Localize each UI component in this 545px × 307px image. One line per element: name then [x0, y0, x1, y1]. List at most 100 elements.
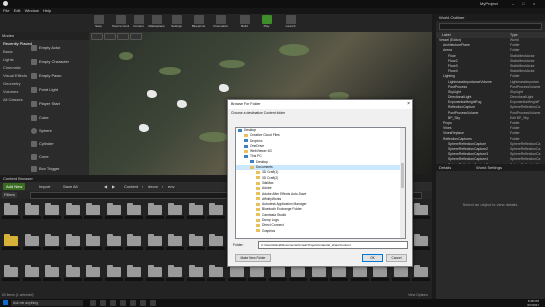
source-control-button[interactable]: Source Control: [112, 15, 129, 31]
asset-folder-tile[interactable]: [43, 201, 61, 219]
back-arrow-icon[interactable]: ◀: [104, 183, 107, 190]
asset-folder-tile[interactable]: [186, 232, 205, 250]
build-button[interactable]: Build: [236, 15, 253, 31]
save-all-button[interactable]: Save All: [60, 183, 80, 190]
asset-folder-tile[interactable]: [63, 201, 82, 219]
reflection-capture-icon[interactable]: [219, 84, 229, 92]
outliner-search-input[interactable]: [439, 23, 542, 30]
asset-folder-tile[interactable]: [2, 201, 20, 219]
settings-button[interactable]: Settings: [168, 15, 185, 31]
asset-folder-tile[interactable]: [207, 263, 225, 281]
perspective-button[interactable]: [104, 33, 116, 40]
unreal-engine-taskbar-icon[interactable]: [140, 300, 146, 306]
asset-folder-tile[interactable]: [2, 232, 20, 250]
breadcrumb-content[interactable]: Content: [124, 183, 138, 190]
cinematics-button[interactable]: Cinematics: [212, 15, 229, 31]
tab-world-settings[interactable]: World Settings: [476, 164, 502, 171]
asset-folder-tile[interactable]: [166, 263, 184, 281]
reflection-capture-icon[interactable]: [177, 100, 187, 108]
place-item[interactable]: Point Light: [31, 85, 58, 95]
chrome-icon[interactable]: [130, 300, 136, 306]
folder-tree-item[interactable]: Graphics: [236, 229, 405, 234]
asset-folder-tile[interactable]: [412, 232, 430, 250]
filters-button[interactable]: Filters: [2, 192, 17, 198]
blueprints-button[interactable]: Blueprints: [190, 15, 207, 31]
asset-folder-tile[interactable]: [43, 263, 61, 281]
asset-folder-tile[interactable]: [186, 201, 205, 219]
folder-path-input[interactable]: C:\Users\David\Documents\Unreal Projects…: [258, 241, 408, 249]
place-item[interactable]: Empty Pawn: [31, 71, 61, 81]
edge-browser-icon[interactable]: [100, 300, 106, 306]
asset-folder-tile[interactable]: [22, 232, 41, 250]
world-outliner-tab[interactable]: World Outliner: [436, 14, 545, 21]
photoshop-icon[interactable]: [150, 300, 156, 306]
viewport-options-button[interactable]: [91, 33, 103, 40]
tree-scroll-thumb[interactable]: [401, 163, 404, 188]
asset-folder-tile[interactable]: [166, 201, 184, 219]
ok-button[interactable]: OK: [362, 254, 383, 262]
asset-folder-tile[interactable]: [104, 263, 123, 281]
breadcrumb-decor[interactable]: decor: [148, 183, 158, 190]
reflection-capture-icon[interactable]: [147, 90, 157, 98]
place-item[interactable]: Player Start: [31, 99, 60, 109]
asset-folder-tile[interactable]: [145, 232, 164, 250]
taskbar-search-input[interactable]: Ask me anything: [11, 300, 83, 306]
minimize-button[interactable]: –: [512, 0, 514, 8]
asset-folder-tile[interactable]: [43, 232, 61, 250]
asset-folder-tile[interactable]: [125, 232, 143, 250]
dialog-close-icon[interactable]: ×: [407, 100, 410, 109]
place-item[interactable]: Empty Character: [31, 57, 69, 67]
place-item[interactable]: Sphere: [31, 126, 52, 136]
asset-folder-tile[interactable]: [84, 201, 102, 219]
asset-folder-tile[interactable]: [84, 263, 102, 281]
asset-folder-tile[interactable]: [412, 263, 430, 281]
store-icon[interactable]: [120, 300, 126, 306]
content-view-options[interactable]: View Options: [408, 293, 428, 297]
place-item[interactable]: Box Trigger: [31, 164, 59, 174]
asset-folder-tile[interactable]: [125, 263, 143, 281]
tab-details[interactable]: Details: [439, 165, 451, 170]
asset-folder-tile[interactable]: [207, 232, 225, 250]
breadcrumb-env[interactable]: env: [168, 183, 174, 190]
marketplace-button[interactable]: Marketplace: [148, 15, 165, 31]
asset-folder-tile[interactable]: [63, 232, 82, 250]
asset-folder-tile[interactable]: [2, 263, 20, 281]
import-button[interactable]: Import: [36, 183, 53, 190]
asset-folder-tile[interactable]: [84, 232, 102, 250]
maximize-button[interactable]: □: [522, 0, 524, 8]
asset-folder-tile[interactable]: [125, 201, 143, 219]
tree-scrollbar[interactable]: [400, 128, 405, 238]
content-button[interactable]: Content: [130, 15, 147, 31]
launch-button[interactable]: Launch: [282, 15, 299, 31]
lit-button[interactable]: [117, 33, 129, 40]
show-button[interactable]: [130, 33, 142, 40]
place-item[interactable]: Empty Actor: [31, 43, 61, 53]
close-button[interactable]: ×: [533, 0, 535, 8]
play-button[interactable]: Play: [258, 15, 275, 31]
asset-folder-tile[interactable]: [145, 263, 164, 281]
modes-tab[interactable]: Modes: [0, 32, 89, 40]
windows-start-icon[interactable]: [3, 300, 8, 305]
save-button[interactable]: Save: [90, 15, 107, 31]
file-explorer-icon[interactable]: [110, 300, 116, 306]
forward-arrow-icon[interactable]: ▶: [112, 183, 115, 190]
place-item[interactable]: Cube: [31, 113, 49, 123]
cancel-button[interactable]: Cancel: [386, 254, 407, 262]
asset-folder-tile[interactable]: [207, 201, 225, 219]
reflection-capture-icon[interactable]: [139, 124, 149, 132]
asset-folder-tile[interactable]: [22, 263, 41, 281]
task-view-icon[interactable]: [90, 300, 96, 306]
asset-folder-tile[interactable]: [145, 201, 164, 219]
taskbar-clock[interactable]: 6:38 PM 6/7/2017: [527, 299, 539, 307]
asset-folder-tile[interactable]: [22, 201, 41, 219]
add-new-button[interactable]: Add New: [3, 183, 26, 190]
asset-folder-tile[interactable]: [63, 263, 82, 281]
place-item[interactable]: Cone: [31, 152, 49, 162]
asset-folder-tile[interactable]: [166, 232, 184, 250]
asset-folder-tile[interactable]: [104, 232, 123, 250]
asset-folder-tile[interactable]: [186, 263, 205, 281]
asset-folder-tile[interactable]: [104, 201, 123, 219]
make-new-folder-button[interactable]: Make New Folder: [235, 254, 271, 262]
asset-folder-tile[interactable]: [412, 201, 430, 219]
place-item[interactable]: Cylinder: [31, 139, 54, 149]
